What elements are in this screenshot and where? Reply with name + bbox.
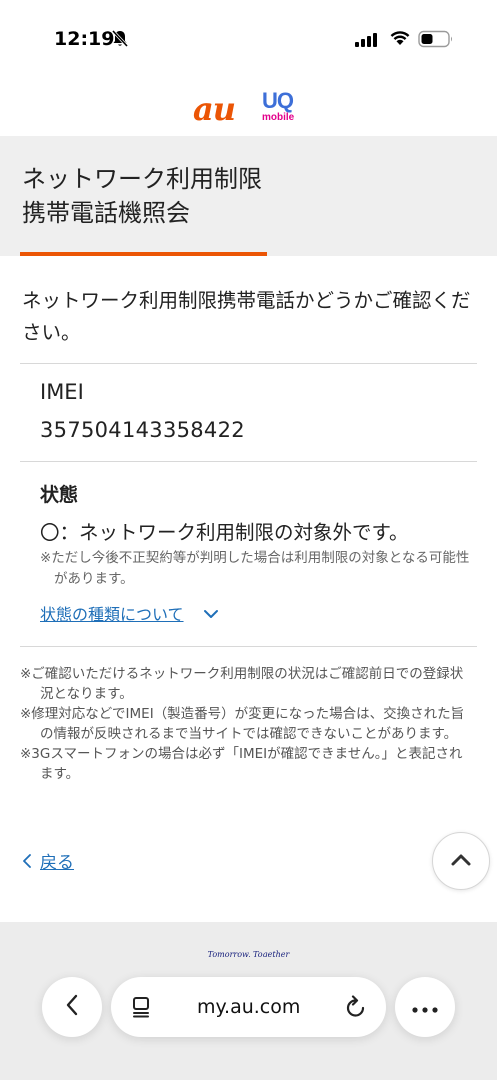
state-label: 状態 — [40, 484, 79, 506]
bell-off-icon — [111, 29, 129, 52]
uq-logo: UQ — [262, 88, 294, 113]
uq-mobile-logo-sub: mobile — [262, 112, 295, 123]
scroll-top-button[interactable] — [432, 832, 490, 890]
brand-header: au UQ mobile — [0, 72, 497, 136]
reload-icon[interactable] — [345, 995, 367, 1023]
divider — [20, 363, 477, 364]
cellular-signal-icon — [355, 32, 379, 51]
state-value: 〇：ネットワーク利用制限の対象外です。 — [40, 521, 409, 544]
url-text: my.au.com — [197, 996, 301, 1018]
browser-back-button[interactable] — [42, 977, 102, 1037]
state-types-link[interactable]: 状態の種類について — [40, 601, 184, 625]
battery-icon — [418, 30, 454, 52]
ellipsis-icon — [412, 998, 438, 1017]
wifi-icon — [389, 29, 411, 50]
note-item: ※修理対応などでIMEI（製造番号）が変更になった場合は、交換された旨の情報が反… — [20, 706, 465, 742]
tabs-icon[interactable] — [130, 996, 152, 1022]
au-logo: au — [193, 90, 236, 128]
back-link-label: 戻る — [40, 853, 74, 873]
note-item: ※ご確認いただけるネットワーク利用制限の状況はご確認前日での登録状況となります。 — [20, 666, 464, 702]
status-bar: 12:19 — [0, 0, 497, 72]
chevron-left-icon — [65, 993, 79, 1021]
chevron-up-icon — [450, 852, 472, 871]
divider — [20, 461, 477, 462]
address-bar[interactable]: my.au.com — [111, 977, 386, 1037]
status-time: 12:19 — [54, 28, 115, 50]
imei-value: 357504143358422 — [40, 418, 245, 442]
chevron-left-icon — [22, 853, 32, 873]
intro-text: ネットワーク利用制限携帯電話かどうかご確認ください。 — [22, 289, 471, 344]
state-note: ※ただし今後不正契約等が判明した場合は利用制限の対象となる可能性があります。 — [40, 550, 470, 587]
imei-label: IMEI — [40, 380, 84, 404]
divider — [20, 646, 477, 647]
notes-list: ※ご確認いただけるネットワーク利用制限の状況はご確認前日での登録状況となります。… — [20, 664, 475, 784]
back-link[interactable]: 戻る — [22, 848, 74, 873]
more-options-button[interactable] — [395, 977, 455, 1037]
chevron-down-icon[interactable] — [203, 605, 219, 624]
footer-tagline: Tomorrow, Together — [207, 950, 290, 957]
note-item: ※3Gスマートフォンの場合は必ず「IMEIが確認できません。」と表記されます。 — [20, 746, 463, 782]
page-title: ネットワーク利用制限 携帯電話機照会 — [22, 165, 262, 227]
title-accent-bar — [20, 252, 267, 256]
title-band: ネットワーク利用制限 携帯電話機照会 — [0, 136, 497, 256]
